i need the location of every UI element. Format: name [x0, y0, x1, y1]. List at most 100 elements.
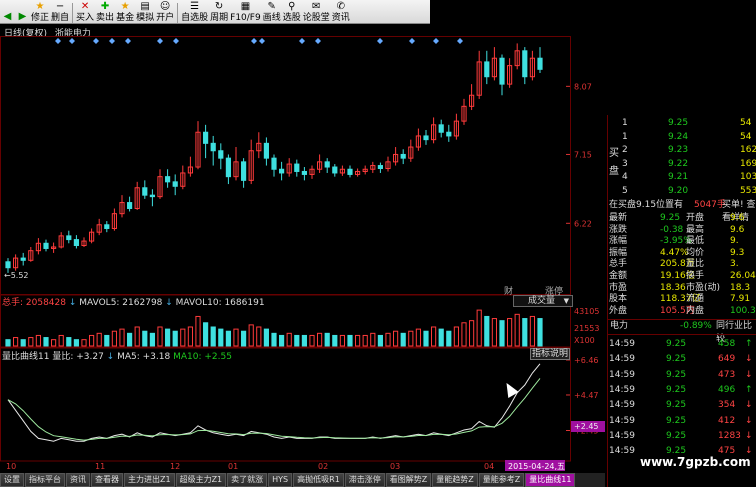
- level-price: 9.24: [668, 131, 689, 142]
- x-axis-label: 01: [228, 462, 238, 471]
- x-axis-label: 03: [390, 462, 400, 471]
- filter-icon: ⚲: [288, 1, 296, 12]
- volume-axis-label: 43105: [574, 307, 599, 316]
- volume-bar: [89, 334, 95, 347]
- indicator-help-button[interactable]: 指标说明: [530, 348, 570, 360]
- event-marker-icon: [259, 38, 265, 44]
- volume-bar: [453, 326, 459, 347]
- toolbar-button-8[interactable]: ▤ 模拟: [135, 0, 155, 23]
- tick-row: 14:59 9.25 649 ↓: [608, 352, 756, 367]
- tick-row: 14:59 9.25 458 ↑: [608, 337, 756, 352]
- event-marker-icon: [377, 38, 383, 44]
- toolbar-button-3[interactable]: − 删自: [50, 0, 70, 23]
- tab-7[interactable]: HYS: [268, 473, 293, 487]
- volume-bar: [180, 328, 186, 347]
- toolbar-button-11[interactable]: ☰ 自选股: [180, 0, 209, 23]
- volume-bar: [377, 334, 383, 347]
- toolbar-button-label: 删自: [51, 13, 70, 23]
- toolbar-button-16[interactable]: ✉ 论股堂: [302, 0, 331, 23]
- back-icon: ◀: [3, 11, 12, 22]
- tick-price: 9.25: [666, 384, 687, 395]
- tab-8[interactable]: 高抛低吸R1: [293, 473, 344, 487]
- volume-bar: [514, 313, 520, 347]
- vol-ma5: MAVOL5: 2162798: [79, 298, 163, 308]
- toolbar-button-label: 资讯: [331, 13, 350, 23]
- tab-11[interactable]: 量能趋势Z: [432, 473, 478, 487]
- toolbar-button-14[interactable]: ✎ 画线: [262, 0, 282, 23]
- tab-13[interactable]: 量比曲线11: [525, 473, 576, 487]
- tick-volume: 473: [718, 369, 736, 380]
- toolbar-button-1[interactable]: ▶: [15, 0, 30, 23]
- quote-panel: 买盘 1 9.25 54 1 9.24 54 2 9.23 162 3 9.22 169 4 9.21 10…: [607, 115, 756, 487]
- toolbar-button-label: F10/F9: [230, 13, 261, 23]
- volume-bar: [271, 332, 277, 347]
- order-level-row[interactable]: 3 9.22 169: [608, 158, 756, 171]
- divider: [608, 334, 756, 335]
- tab-5[interactable]: 超级主力Z1: [175, 473, 227, 487]
- x-axis-label: 10: [6, 462, 16, 471]
- order-level-row[interactable]: 4 9.21 103: [608, 171, 756, 184]
- event-marker-icon: [157, 38, 163, 44]
- toolbar-button-15[interactable]: ⚲ 选股: [282, 0, 302, 23]
- candle-body: [446, 131, 452, 137]
- arrow-up-icon: ↑: [745, 384, 753, 395]
- volume-bar: [279, 334, 285, 347]
- tick-volume: 354: [718, 400, 736, 411]
- plus-icon: ✚: [100, 1, 110, 12]
- volume-bar: [263, 328, 269, 347]
- volume-bar: [415, 328, 421, 347]
- volume-bar: [537, 318, 543, 347]
- big-order-text: 在买盘9.15位置有: [609, 200, 684, 210]
- stat-label: 外盘: [609, 305, 628, 316]
- volume-bar: [408, 330, 414, 347]
- sector-row[interactable]: 电力 -0.89% 同行业比较: [608, 320, 756, 344]
- chat-icon: ✉: [312, 1, 321, 12]
- toolbar-button-0[interactable]: ◀: [0, 0, 15, 23]
- tab-12[interactable]: 量能参考Z: [478, 473, 525, 487]
- volume-indicator-select[interactable]: 成交量 ▼: [513, 295, 573, 307]
- candle-body: [241, 161, 247, 181]
- candle-body: [203, 131, 209, 144]
- tick-price: 9.25: [666, 354, 687, 365]
- volume-bar: [347, 334, 353, 347]
- tab-10[interactable]: 看图解势Z: [385, 473, 432, 487]
- volume-bar: [127, 332, 133, 347]
- tab-9[interactable]: 滞击涨停: [344, 473, 385, 487]
- toolbar-button-6[interactable]: ✚ 卖出: [95, 0, 115, 23]
- order-level-row[interactable]: 5 9.20 553: [608, 185, 756, 198]
- tab-4[interactable]: 主力进出Z1: [124, 473, 175, 487]
- volume-bar: [309, 334, 315, 347]
- order-level-row[interactable]: 1 9.24 54: [608, 131, 756, 144]
- level-volume: 553: [740, 185, 756, 196]
- tick-time: 14:59: [609, 446, 635, 457]
- tab-6[interactable]: 卖了就涨: [227, 473, 268, 487]
- volume-bar: [104, 334, 110, 347]
- tab-2[interactable]: 资讯: [66, 473, 90, 487]
- candle-body: [218, 150, 224, 159]
- tick-volume: 649: [718, 354, 736, 365]
- indicator-value: 量比: +3.27: [52, 352, 104, 362]
- toolbar-button-5[interactable]: ✕ 买入: [75, 0, 95, 23]
- toolbar-button-13[interactable]: ▦ F10/F9: [229, 0, 262, 23]
- order-level-row[interactable]: 1 9.25 54: [608, 117, 756, 130]
- toolbar-button-7[interactable]: ★ 基金: [115, 0, 135, 23]
- toolbar-button-label: 基金: [116, 13, 135, 23]
- chart-canvas[interactable]: 8.077.156.22←5.524310521553X100+6.46+4.4…: [0, 36, 605, 473]
- volume-bar: [400, 332, 406, 347]
- tab-3[interactable]: 查看器: [91, 473, 123, 487]
- toolbar-button-label: 模拟: [136, 13, 155, 23]
- toolbar-button-17[interactable]: ✆ 资讯: [331, 0, 351, 23]
- toolbar-button-2[interactable]: ★ 修正: [30, 0, 50, 23]
- candle-body: [438, 124, 444, 133]
- toolbar-button-12[interactable]: ↻ 周期: [209, 0, 229, 23]
- sector-name: 电力: [610, 321, 629, 331]
- tick-time: 14:59: [609, 339, 635, 349]
- tab-0[interactable]: 设置: [0, 473, 24, 487]
- order-level-row[interactable]: 2 9.23 162: [608, 144, 756, 157]
- tab-1[interactable]: 指标平台: [25, 473, 65, 487]
- volume-bar: [507, 318, 513, 347]
- level-volume: 54: [740, 118, 752, 128]
- date-tag: 2015-04-24,五: [508, 462, 565, 471]
- toolbar-button-9[interactable]: ☺ 开户: [155, 0, 175, 23]
- toolbar: ◀ ▶ ★ 修正 − 删自 ✕ 买入 ✚ 卖出 ★ 基金 ▤ 模拟 ☺ 开户 ☰ 自选股 ↻ 周期 ▦ F10/F9 ✎ 画线…: [0, 0, 430, 24]
